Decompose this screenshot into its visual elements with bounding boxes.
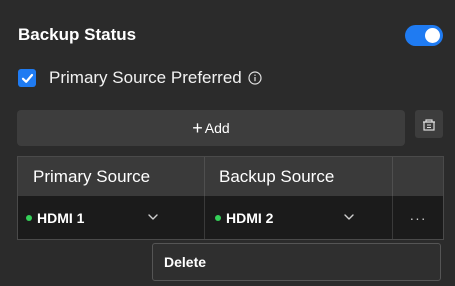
primary-preferred-checkbox[interactable] — [18, 69, 36, 87]
status-dot — [215, 214, 221, 221]
primary-preferred-label: Primary Source Preferred — [49, 68, 242, 87]
backup-status-toggle[interactable] — [405, 25, 443, 46]
backup-source-value: HDMI 2 — [226, 209, 274, 226]
column-header-actions — [393, 157, 443, 196]
column-header-primary: Primary Source — [18, 157, 205, 196]
checkmark-icon — [21, 73, 33, 83]
clipboard-icon — [423, 119, 435, 131]
more-options-icon[interactable]: ··· — [410, 210, 427, 226]
toggle-knob — [425, 28, 440, 43]
panel-title: Backup Status — [18, 25, 137, 44]
primary-preferred-row: Primary Source Preferred — [18, 66, 262, 90]
table-header: Primary Source Backup Source — [18, 157, 443, 196]
chevron-down-icon[interactable] — [146, 210, 160, 224]
chevron-down-icon[interactable] — [342, 210, 356, 224]
backup-status-panel: Backup Status Primary Source Preferred +… — [0, 0, 455, 286]
plus-icon: + — [192, 118, 203, 138]
row-actions-cell: ··· — [393, 196, 443, 239]
delete-menu-item[interactable]: Delete — [164, 254, 206, 270]
primary-source-select[interactable]: HDMI 1 — [18, 196, 205, 239]
column-header-backup: Backup Source — [205, 157, 393, 196]
sources-table: Primary Source Backup Source HDMI 1 HDMI… — [17, 156, 444, 240]
table-row: HDMI 1 HDMI 2 ··· — [18, 196, 443, 239]
info-circle-icon[interactable] — [248, 71, 262, 85]
status-dot — [26, 214, 32, 221]
add-button[interactable]: + Add — [17, 110, 405, 146]
add-button-label: Add — [204, 120, 230, 136]
backup-source-select[interactable]: HDMI 2 — [205, 196, 393, 239]
row-context-menu: Delete — [152, 243, 441, 281]
clipboard-button[interactable] — [415, 110, 443, 138]
primary-source-value: HDMI 1 — [37, 209, 85, 226]
